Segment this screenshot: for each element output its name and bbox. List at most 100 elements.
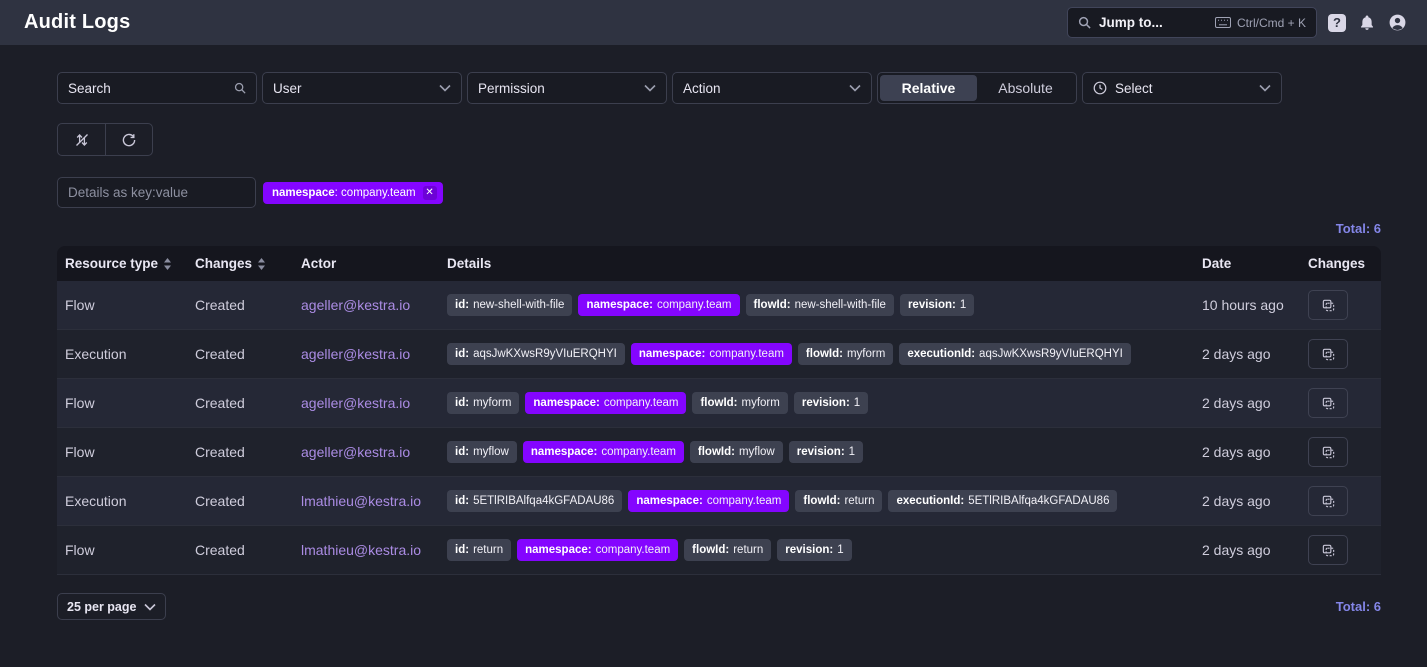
cell-resource-type: Flow	[57, 542, 195, 558]
close-icon[interactable]: ✕	[423, 186, 437, 200]
detail-badge-flowId: flowId:return	[684, 539, 771, 561]
search-input[interactable]: Search	[57, 72, 257, 104]
details-badges: id:aqsJwKXwsR9yVIuERQHYI namespace:compan…	[447, 343, 1202, 365]
actor-link[interactable]: ageller@kestra.io	[301, 395, 410, 411]
cell-date: 2 days ago	[1202, 346, 1304, 362]
table-row[interactable]: Flow Created ageller@kestra.io id:myflow…	[57, 428, 1381, 477]
detail-badge-revision: revision:1	[777, 539, 851, 561]
diff-icon	[1321, 396, 1336, 411]
details-badges: id:new-shell-with-filenamespace:company.…	[447, 294, 1202, 316]
bell-icon	[1358, 14, 1376, 32]
cell-resource-type: Execution	[57, 346, 195, 362]
auto-refresh-off-button[interactable]	[58, 124, 105, 155]
cell-changes: Created	[195, 542, 301, 558]
diff-icon	[1321, 494, 1336, 509]
details-badges: id:return namespace:company.team flowId:re…	[447, 539, 1202, 561]
view-changes-button[interactable]	[1308, 486, 1348, 516]
detail-badge-revision: revision:1	[794, 392, 868, 414]
topbar: Audit Logs Jump to... Ctrl/Cmd + K	[0, 0, 1427, 45]
account-button[interactable]	[1387, 13, 1407, 33]
chevron-down-icon	[439, 84, 451, 92]
view-changes-button[interactable]	[1308, 535, 1348, 565]
actor-link[interactable]: lmathieu@kestra.io	[301, 542, 421, 558]
search-icon	[1078, 16, 1091, 29]
header-resource-type[interactable]: Resource type	[57, 256, 195, 271]
header-changes[interactable]: Changes	[195, 256, 301, 271]
actor-link[interactable]: lmathieu@kestra.io	[301, 493, 421, 509]
action-filter-label: Action	[683, 81, 849, 96]
detail-badge-revision: revision:1	[789, 441, 863, 463]
jump-to-search[interactable]: Jump to... Ctrl/Cmd + K	[1067, 7, 1317, 38]
table-row[interactable]: Flow Created ageller@kestra.io id:new-sh…	[57, 281, 1381, 330]
detail-badge-flowId: flowId:return	[795, 490, 882, 512]
table-row[interactable]: Execution Created lmathieu@kestra.io id:…	[57, 477, 1381, 526]
per-page-select[interactable]: 25 per page	[57, 593, 166, 620]
chevron-down-icon	[144, 603, 156, 611]
view-changes-button[interactable]	[1308, 388, 1348, 418]
view-changes-button[interactable]	[1308, 437, 1348, 467]
view-changes-button[interactable]	[1308, 290, 1348, 320]
detail-badge-namespace: namespace:company.team	[517, 539, 678, 561]
user-filter-select[interactable]: User	[262, 72, 462, 104]
diff-icon	[1321, 347, 1336, 362]
per-page-label: 25 per page	[67, 600, 136, 614]
detail-badge-flowId: flowId:myform	[798, 343, 893, 365]
chevron-down-icon	[849, 84, 861, 92]
detail-badge-id: id:myform	[447, 392, 519, 414]
view-changes-button[interactable]	[1308, 339, 1348, 369]
cell-changes: Created	[195, 297, 301, 313]
detail-badge-flowId: flowId:myflow	[690, 441, 783, 463]
cell-date: 2 days ago	[1202, 395, 1304, 411]
filter-bar: Search User Permission Action	[57, 72, 1381, 104]
diff-icon	[1321, 298, 1336, 313]
permission-filter-label: Permission	[478, 81, 644, 96]
time-range-select[interactable]: Select	[1082, 72, 1282, 104]
detail-badge-namespace: namespace:company.team	[631, 343, 792, 365]
header-date: Date	[1202, 256, 1304, 271]
detail-badge-id: id:5ETlRIBAlfqa4kGFADAU86	[447, 490, 622, 512]
toggle-absolute[interactable]: Absolute	[977, 75, 1074, 101]
actor-link[interactable]: ageller@kestra.io	[301, 346, 410, 362]
table-body: Flow Created ageller@kestra.io id:new-sh…	[57, 281, 1381, 575]
actor-link[interactable]: ageller@kestra.io	[301, 297, 410, 313]
header-actor: Actor	[301, 256, 447, 271]
main-content: Search User Permission Action	[0, 72, 1427, 620]
help-button[interactable]: ?	[1327, 13, 1347, 33]
swap-vertical-off-icon	[74, 132, 90, 148]
table-row[interactable]: Flow Created lmathieu@kestra.io id:retur…	[57, 526, 1381, 575]
permission-filter-select[interactable]: Permission	[467, 72, 667, 104]
time-range-label: Select	[1115, 81, 1259, 96]
cell-resource-type: Execution	[57, 493, 195, 509]
cell-resource-type: Flow	[57, 297, 195, 313]
help-icon: ?	[1328, 14, 1346, 32]
actor-link[interactable]: ageller@kestra.io	[301, 444, 410, 460]
action-filter-select[interactable]: Action	[672, 72, 872, 104]
header-details: Details	[447, 256, 1202, 271]
refresh-button[interactable]	[105, 124, 152, 155]
cell-resource-type: Flow	[57, 395, 195, 411]
details-filter-input[interactable]	[57, 177, 256, 208]
table-row[interactable]: Flow Created ageller@kestra.io id:myform…	[57, 379, 1381, 428]
detail-badge-flowId: flowId:new-shell-with-file	[746, 294, 894, 316]
details-badges: id:myflownamespace:company.teamflowId:my…	[447, 441, 1202, 463]
toggle-relative[interactable]: Relative	[880, 75, 977, 101]
table-row[interactable]: Execution Created ageller@kestra.io id:a…	[57, 330, 1381, 379]
notifications-button[interactable]	[1357, 13, 1377, 33]
refresh-icon	[121, 132, 137, 148]
user-avatar-icon	[1388, 13, 1407, 32]
detail-badge-id: id:aqsJwKXwsR9yVIuERQHYI	[447, 343, 625, 365]
header-changes-action: Changes	[1304, 256, 1381, 271]
total-count-top: Total: 6	[1336, 221, 1381, 236]
table-header-row: Resource type Changes Actor Details Date…	[57, 246, 1381, 281]
diff-icon	[1321, 543, 1336, 558]
cell-changes: Created	[195, 395, 301, 411]
namespace-filter-chip[interactable]: namespace: company.team ✕	[263, 182, 443, 204]
detail-badge-id: id:return	[447, 539, 511, 561]
sort-icon	[257, 258, 266, 270]
total-count-bottom: Total: 6	[1336, 599, 1381, 614]
detail-badge-revision: revision:1	[900, 294, 974, 316]
time-mode-toggle: Relative Absolute	[877, 72, 1077, 104]
cell-resource-type: Flow	[57, 444, 195, 460]
search-icon	[234, 82, 246, 94]
chevron-down-icon	[644, 84, 656, 92]
